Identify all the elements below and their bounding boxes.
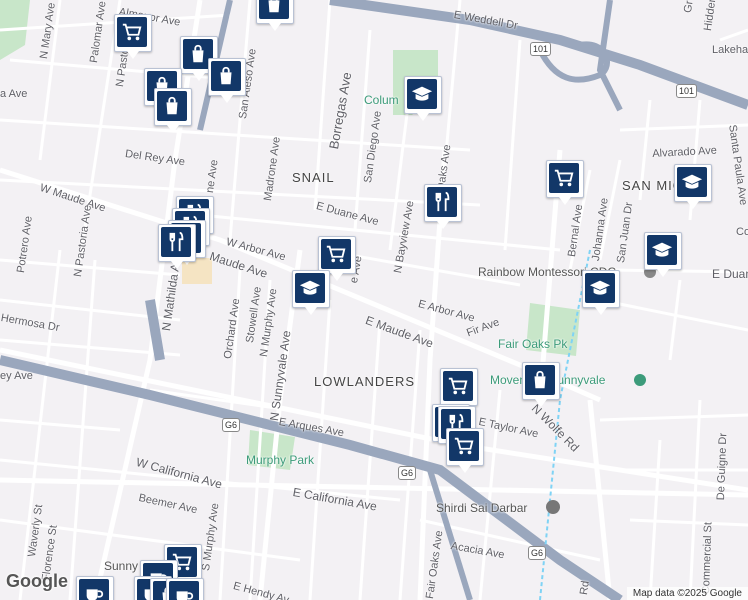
graduation-cap-icon: [647, 235, 677, 265]
map-marker-shopping-bag[interactable]: [208, 58, 246, 103]
map-marker-coffee[interactable]: [76, 576, 114, 600]
highway-shield: 101: [530, 42, 552, 56]
graduation-cap-icon: [677, 167, 707, 197]
graduation-cap-icon: [585, 273, 615, 303]
map-marker-shopping-cart[interactable]: [546, 160, 584, 205]
poi-label[interactable]: Sunny: [104, 560, 138, 572]
area-label: LOWLANDERS: [314, 374, 416, 389]
shopping-bag-icon: [259, 0, 289, 19]
shopping-bag-icon: [525, 365, 555, 395]
google-logo: Google: [6, 571, 68, 591]
map-marker-shopping-bag[interactable]: [522, 362, 560, 407]
map-marker-shopping-cart[interactable]: [446, 428, 484, 473]
graduation-cap-icon: [295, 273, 325, 303]
poi-label[interactable]: Murphy Park: [246, 454, 314, 466]
map-marker-graduation-cap[interactable]: [674, 164, 712, 209]
map-marker-graduation-cap[interactable]: [292, 270, 330, 315]
map-marker-restaurant[interactable]: [424, 184, 462, 229]
coffee-icon: [169, 581, 199, 600]
street-label: De Guigne Dr: [715, 432, 730, 501]
street-label: ey Ave: [0, 370, 33, 382]
shopping-cart-icon: [449, 431, 479, 461]
map-marker-shopping-cart[interactable]: [440, 368, 478, 413]
shopping-cart-icon: [443, 371, 473, 401]
street-label: Co: [736, 226, 748, 238]
map-marker-restaurant[interactable]: [158, 224, 196, 269]
graduation-cap-icon: [407, 79, 437, 109]
shopping-cart-icon: [117, 17, 147, 47]
map-marker-graduation-cap[interactable]: [404, 76, 442, 121]
shopping-cart-icon: [321, 239, 351, 269]
highway-shield: 101: [676, 84, 698, 98]
map-attribution[interactable]: Map data ©2025 Google: [626, 587, 748, 600]
map-marker-shopping-bag[interactable]: [154, 88, 192, 133]
street-label: Rd: [578, 580, 592, 596]
coffee-icon: [79, 579, 109, 600]
map[interactable]: Almanor Ave E Weddell Dr N Mary Ave Palo…: [0, 0, 748, 600]
map-marker-shopping-cart[interactable]: [318, 236, 356, 281]
map-marker-graduation-cap[interactable]: [644, 232, 682, 277]
street-label: Lakehav: [712, 44, 748, 56]
highway-shield: G6: [222, 418, 241, 432]
shopping-bag-icon: [157, 91, 187, 121]
street-label: Gr: [682, 0, 696, 14]
map-marker-shopping-cart[interactable]: [114, 14, 152, 59]
location-pin-icon[interactable]: [546, 500, 560, 514]
shopping-bag-icon: [211, 61, 241, 91]
map-marker-shopping-bag[interactable]: [256, 0, 294, 31]
street-label: E Duan: [712, 267, 748, 281]
area-label: SNAIL: [292, 170, 335, 185]
highway-shield: G6: [398, 466, 417, 480]
poi-label[interactable]: Fair Oaks Pk: [498, 338, 567, 350]
location-pin-icon[interactable]: [634, 374, 646, 386]
poi-label[interactable]: Colum: [364, 94, 399, 106]
street-label: Commercial St: [700, 521, 715, 595]
street-label: a Ave: [0, 88, 28, 100]
map-marker-coffee[interactable]: [166, 578, 204, 600]
restaurant-icon: [427, 187, 457, 217]
poi-label[interactable]: Shirdi Sai Darbar: [436, 502, 527, 514]
highway-shield: G6: [528, 546, 547, 560]
map-marker-graduation-cap[interactable]: [582, 270, 620, 315]
restaurant-icon: [161, 227, 191, 257]
shopping-cart-icon: [549, 163, 579, 193]
